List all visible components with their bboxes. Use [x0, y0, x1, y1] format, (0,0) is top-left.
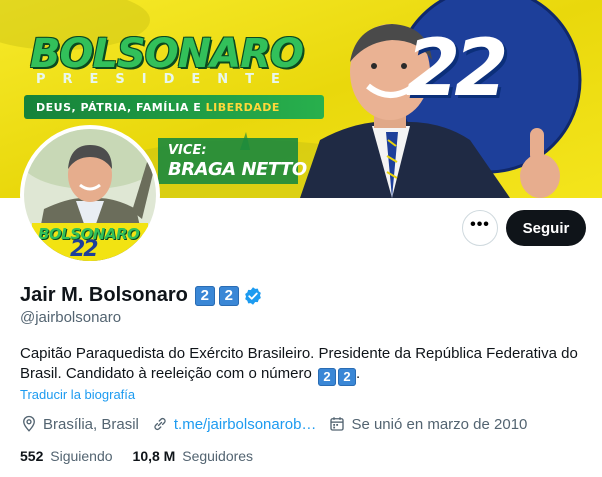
banner-slogan-highlight: LIBERDADE	[205, 101, 280, 114]
following-count: 552	[20, 448, 44, 464]
banner-subtitle: PRESIDENTE	[36, 72, 297, 87]
avatar-number: 22	[70, 237, 99, 262]
follow-stats: 552 Siguiendo 10,8 M Seguidores	[20, 448, 273, 464]
location-item: Brasília, Brasil	[20, 415, 139, 433]
website-link[interactable]: t.me/jairbolsonarob…	[174, 416, 317, 433]
keycap-digit-badge: 2	[194, 285, 215, 306]
banner-title: BOLSONARO	[30, 31, 304, 77]
link-icon	[154, 417, 166, 431]
location-text: Brasília, Brasil	[43, 415, 139, 433]
followers-label: Seguidores	[182, 448, 254, 464]
website-item[interactable]: t.me/jairbolsonarob…	[151, 415, 317, 433]
followers-count: 10,8 M	[132, 448, 176, 464]
follow-button[interactable]: Seguir	[506, 210, 586, 246]
avatar[interactable]: BOLSONARO 22	[20, 125, 160, 265]
banner-vice-name: BRAGA NETTO	[168, 159, 307, 180]
profile-meta-row: Brasília, Brasil t.me/jairbolsonarob… Se…	[20, 415, 539, 433]
profile-bio: Capitão Paraquedista do Exército Brasile…	[20, 344, 592, 386]
keycap-digit-badge: 2	[218, 285, 239, 306]
profile-name-row: Jair M. Bolsonaro 2 2	[20, 284, 263, 307]
banner-number: 22	[406, 24, 509, 114]
banner-slogan: DEUS, PÁTRIA, FAMÍLIA E LIBERDADE	[36, 101, 280, 114]
following-label: Siguiendo	[50, 448, 113, 464]
followers-stat[interactable]: 10,8 M Seguidores	[133, 448, 254, 464]
keycap-digit-badge: 2	[318, 368, 336, 386]
joined-text: Se unió en marzo de 2010	[351, 415, 528, 433]
following-stat[interactable]: 552 Siguiendo	[20, 448, 113, 464]
banner-vice-label: VICE:	[168, 143, 207, 158]
profile-name: Jair M. Bolsonaro	[20, 284, 188, 306]
location-pin-icon	[23, 415, 35, 432]
keycap-digit-badge: 2	[338, 368, 356, 386]
profile-handle: @jairbolsonaro	[20, 309, 122, 326]
bio-text: Capitão Paraquedista do Exército Brasile…	[20, 345, 578, 382]
bio-end: .	[356, 365, 361, 382]
verified-badge-icon[interactable]	[243, 286, 263, 306]
banner-slogan-main: DEUS, PÁTRIA, FAMÍLIA E	[36, 101, 206, 114]
joined-item: Se unió en marzo de 2010	[328, 415, 527, 433]
calendar-icon	[330, 417, 345, 431]
more-options-icon: •••	[470, 216, 490, 233]
more-options-button[interactable]: •••	[462, 210, 498, 246]
translate-bio-link[interactable]: Traducir la biografía	[20, 387, 135, 402]
